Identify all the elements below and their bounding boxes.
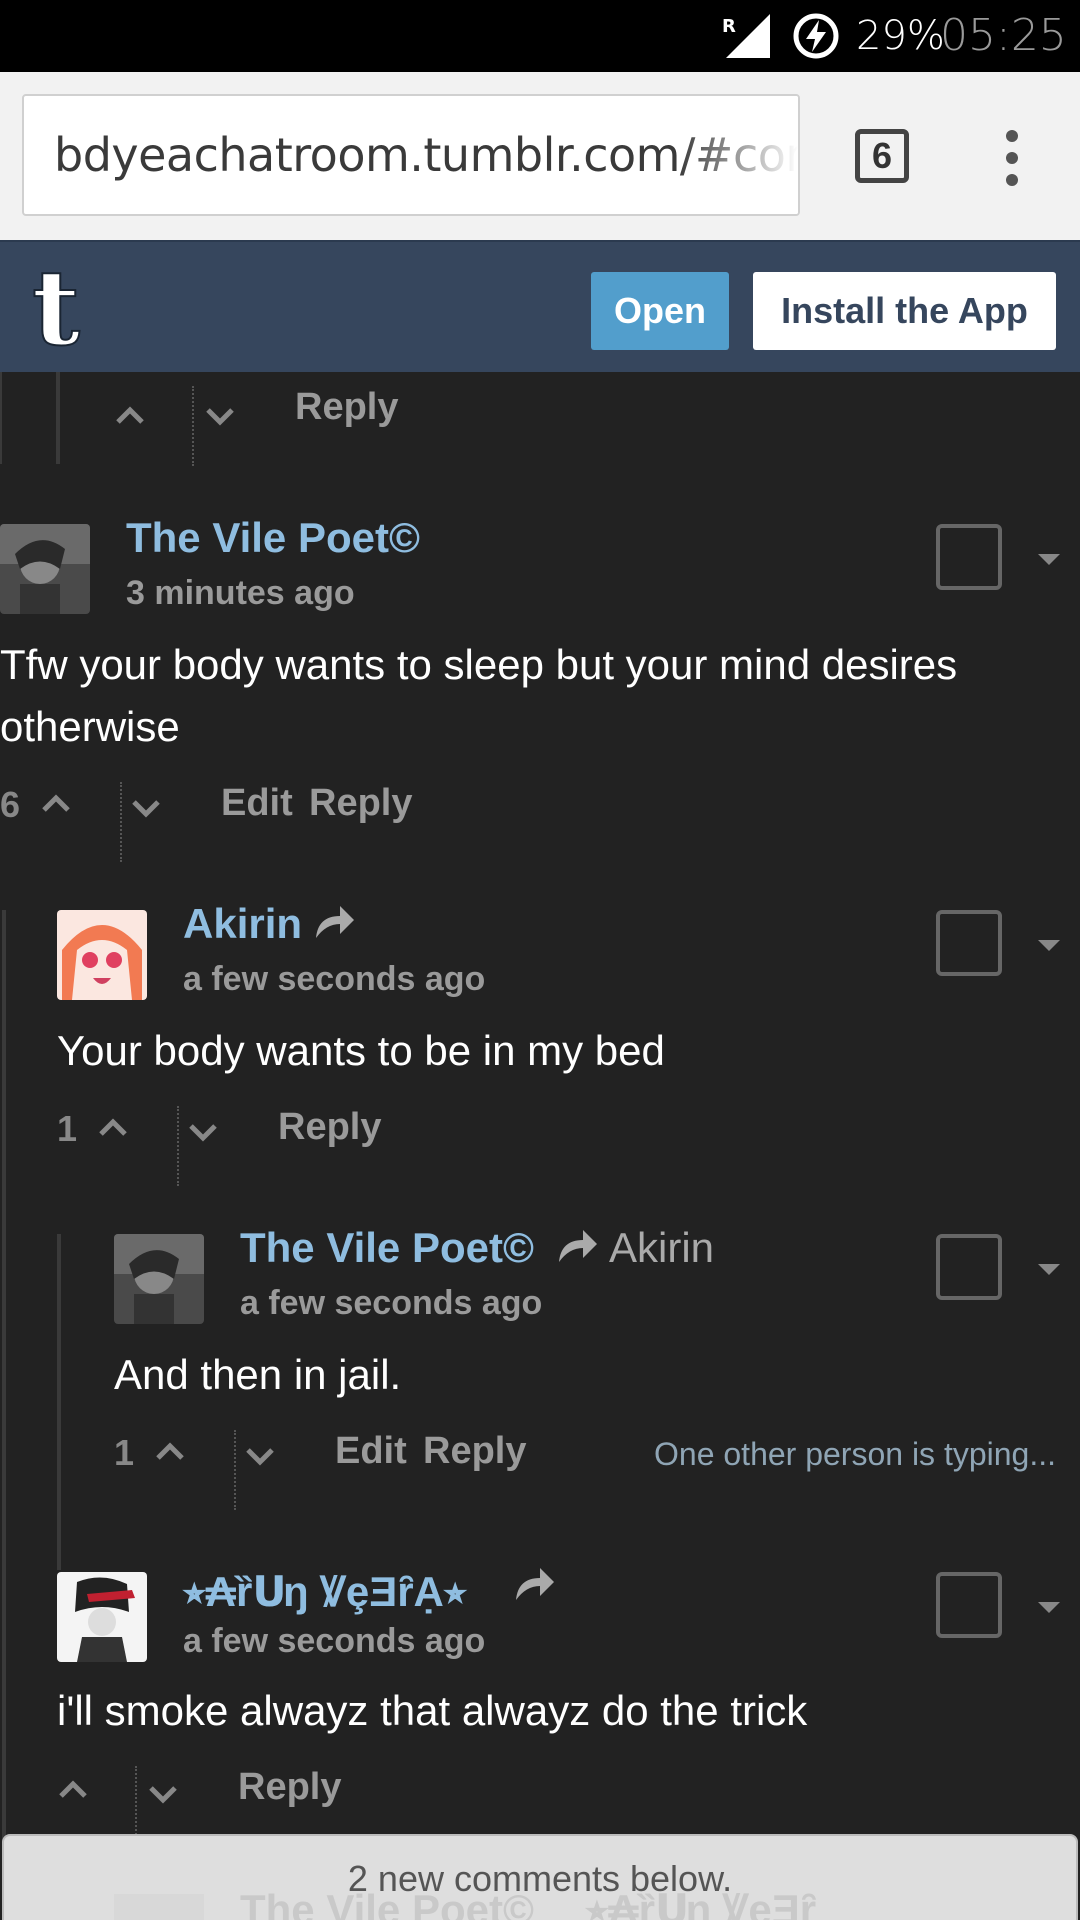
vote-count: 6 [0, 784, 21, 825]
comment-author[interactable]: The Vile Poet© [126, 514, 420, 562]
comments-list: Reply The Vile Poet© 3 minutes ago Tfw y… [0, 372, 1080, 1920]
battery-percent: 29% [856, 13, 945, 59]
comment-text: Your body wants to be in my bed [57, 1027, 665, 1074]
reply-link[interactable]: Reply [278, 1106, 381, 1149]
comment-menu-caret-icon[interactable] [1038, 940, 1060, 951]
select-checkbox[interactable] [936, 524, 1002, 590]
edit-link[interactable]: Edit [221, 782, 293, 825]
url-fade [678, 96, 798, 214]
clock: 05:25 [940, 10, 1067, 61]
vote-divider [177, 1106, 179, 1186]
comment-time[interactable]: a few seconds ago [183, 1622, 485, 1661]
peek-reply-to: ⭒₳ȑՍŋ ꝞȩƎȓ [585, 1886, 817, 1920]
upvote-icon[interactable] [55, 1776, 91, 1800]
browser-toolbar: bdyeachatroom.tumblr.com/#com 6 [0, 72, 1080, 240]
comment-text: i'll smoke alwayz that alwayz do the tri… [57, 1687, 808, 1734]
comment-author[interactable]: The Vile Poet© [240, 1224, 534, 1272]
downvote-icon[interactable] [128, 796, 164, 820]
comment-author[interactable]: ⭒₳ȑՍŋ ꝞȩƎȓẠ⭒ [183, 1562, 467, 1619]
tab-switcher-button[interactable]: 6 [855, 129, 909, 183]
tumblr-logo-letter: t [32, 256, 80, 356]
avatar[interactable] [114, 1234, 204, 1324]
avatar[interactable] [57, 1572, 147, 1662]
comment-menu-caret-icon[interactable] [1038, 554, 1060, 565]
tumblr-logo-icon[interactable]: t [30, 256, 104, 356]
status-bar: R 29% 05:25 [0, 0, 1080, 72]
thread-line [0, 372, 2, 464]
comment-time[interactable]: a few seconds ago [183, 960, 485, 999]
upvote-icon[interactable] [152, 1438, 188, 1462]
peek-comment: The Vile Poet© ⭒₳ȑՍŋ ꝞȩƎȓ [0, 1880, 1080, 1920]
battery-charging-icon [793, 13, 839, 59]
downvote-icon[interactable] [145, 1782, 181, 1806]
comment-author-name[interactable]: The Vile Poet© [240, 1224, 534, 1271]
overflow-menu-icon[interactable] [1000, 130, 1024, 186]
comment-time[interactable]: a few seconds ago [240, 1284, 542, 1323]
downvote-icon[interactable] [185, 1120, 221, 1144]
signal-icon: R [722, 14, 770, 58]
upvote-icon[interactable] [38, 790, 74, 814]
thread-line [56, 372, 60, 464]
reply-arrow-icon [516, 1568, 554, 1600]
network-label: R [722, 16, 736, 37]
peek-author: The Vile Poet© ⭒₳ȑՍŋ ꝞȩƎȓ [240, 1880, 816, 1920]
reply-arrow-icon [559, 1230, 597, 1262]
vote-divider [120, 782, 122, 862]
comment-text: And then in jail. [114, 1351, 402, 1398]
vote-count: 1 [114, 1432, 135, 1473]
reply-link[interactable]: Reply [238, 1766, 341, 1809]
vote-divider [234, 1430, 236, 1510]
upvote-icon[interactable] [95, 1114, 131, 1138]
downvote-icon[interactable] [242, 1444, 278, 1468]
downvote-icon[interactable] [202, 404, 238, 428]
comment-time[interactable]: 3 minutes ago [126, 574, 355, 613]
avatar [114, 1894, 204, 1920]
reply-to-author[interactable]: Akirin [609, 1224, 714, 1272]
reply-arrow-icon [316, 906, 354, 938]
comment-menu-caret-icon[interactable] [1038, 1602, 1060, 1613]
comment-text: Tfw your body wants to sleep but your mi… [0, 641, 958, 750]
url-bar[interactable]: bdyeachatroom.tumblr.com/#com [22, 94, 800, 216]
upvote-icon[interactable] [112, 402, 148, 426]
vote-count: 1 [57, 1108, 78, 1149]
tumblr-banner: t Open Install the App [0, 240, 1080, 372]
reply-link[interactable]: Reply [309, 782, 412, 825]
typing-indicator: One other person is typing... [654, 1436, 1056, 1472]
avatar[interactable] [0, 524, 90, 614]
comment-menu-caret-icon[interactable] [1038, 1264, 1060, 1275]
vote-divider [192, 386, 194, 466]
comment-author[interactable]: Akirin [183, 900, 302, 948]
edit-link[interactable]: Edit [335, 1430, 407, 1473]
comment-author-name[interactable]: ⭒₳ȑՍŋ ꝞȩƎȓẠ⭒ [183, 1568, 467, 1615]
select-checkbox[interactable] [936, 1572, 1002, 1638]
reply-link[interactable]: Reply [295, 386, 398, 429]
install-app-button[interactable]: Install the App [753, 272, 1056, 350]
thread-line [2, 910, 6, 1920]
comment-author-name[interactable]: Akirin [183, 900, 302, 947]
select-checkbox[interactable] [936, 910, 1002, 976]
avatar[interactable] [57, 910, 147, 1000]
select-checkbox[interactable] [936, 1234, 1002, 1300]
open-button[interactable]: Open [591, 272, 729, 350]
peek-author-name: The Vile Poet© [240, 1886, 534, 1920]
reply-link[interactable]: Reply [423, 1430, 526, 1473]
thread-line [57, 1234, 61, 1570]
